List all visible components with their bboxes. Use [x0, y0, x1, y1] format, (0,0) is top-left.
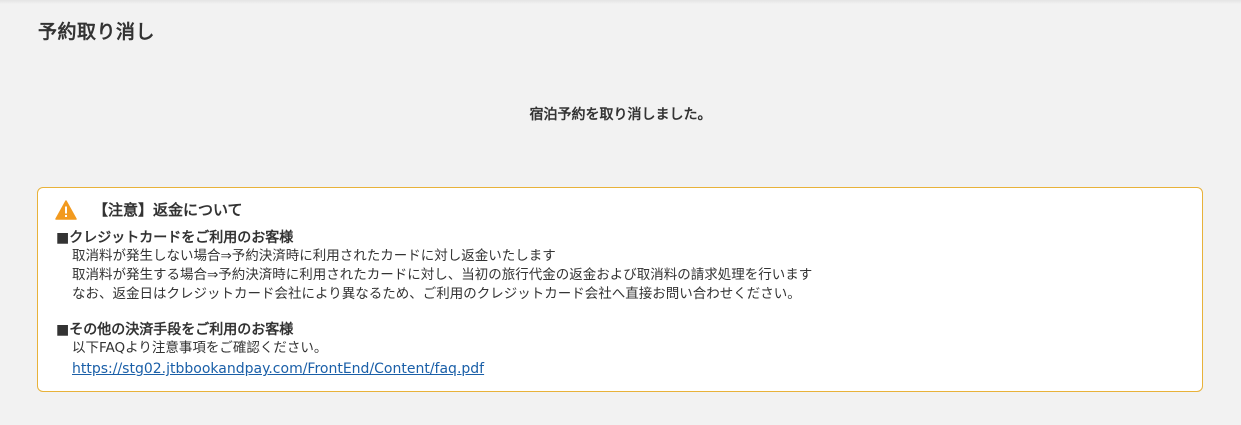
refund-notice-box: 【注意】返金について ■クレジットカードをご利用のお客様 取消料が発生しない場合…: [37, 187, 1203, 392]
other-payment-section: ■その他の決済手段をご利用のお客様 以下FAQより注意事項をご確認ください。 h…: [56, 321, 484, 379]
warning-icon: [55, 199, 77, 220]
credit-card-line-with-fee: 取消料が発生する場合⇒予約決済時に利用されたカードに対し、当初の旅行代金の返金お…: [72, 267, 813, 283]
other-payment-line-faq: 以下FAQより注意事項をご確認ください。: [72, 340, 328, 356]
notice-header: 【注意】返金について: [55, 199, 243, 220]
credit-card-section: ■クレジットカードをご利用のお客様 取消料が発生しない場合⇒予約決済時に利用され…: [56, 229, 812, 304]
other-payment-section-heading: ■その他の決済手段をご利用のお客様: [56, 322, 294, 338]
top-edge-shadow: [0, 0, 1241, 4]
credit-card-line-refund-date: なお、返金日はクレジットカード会社により異なるため、ご利用のクレジットカード会社…: [72, 286, 801, 302]
notice-title: 【注意】返金について: [93, 201, 243, 219]
credit-card-line-no-fee: 取消料が発生しない場合⇒予約決済時に利用されたカードに対し返金いたします: [72, 248, 556, 264]
cancellation-result-message: 宿泊予約を取り消しました。: [529, 107, 712, 123]
faq-pdf-link[interactable]: https://stg02.jtbbookandpay.com/FrontEnd…: [56, 360, 484, 379]
credit-card-section-heading: ■クレジットカードをご利用のお客様: [56, 230, 294, 246]
page-title: 予約取り消し: [38, 21, 156, 43]
